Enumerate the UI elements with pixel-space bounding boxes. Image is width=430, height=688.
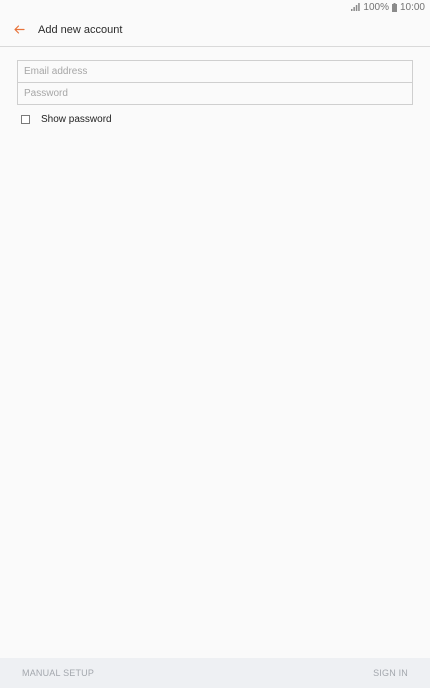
arrow-left-icon [13,21,25,39]
email-field[interactable] [17,60,413,83]
signal-icon [351,3,361,11]
manual-setup-button[interactable]: MANUAL SETUP [22,668,94,678]
show-password-option[interactable]: Show password [21,114,112,125]
battery-icon [391,2,397,12]
page-title: Add new account [38,24,123,36]
account-form [17,60,413,105]
battery-percentage: 100% [363,1,389,13]
show-password-label: Show password [41,114,112,125]
sign-in-button[interactable]: SIGN IN [373,668,408,678]
status-bar: 100% 10:00 [0,0,430,14]
clock: 10:00 [399,1,425,13]
back-button[interactable] [0,14,38,47]
show-password-checkbox[interactable] [21,115,30,124]
password-field[interactable] [17,82,413,105]
app-bar: Add new account [0,14,430,47]
bottom-action-bar: MANUAL SETUP SIGN IN [0,658,430,688]
